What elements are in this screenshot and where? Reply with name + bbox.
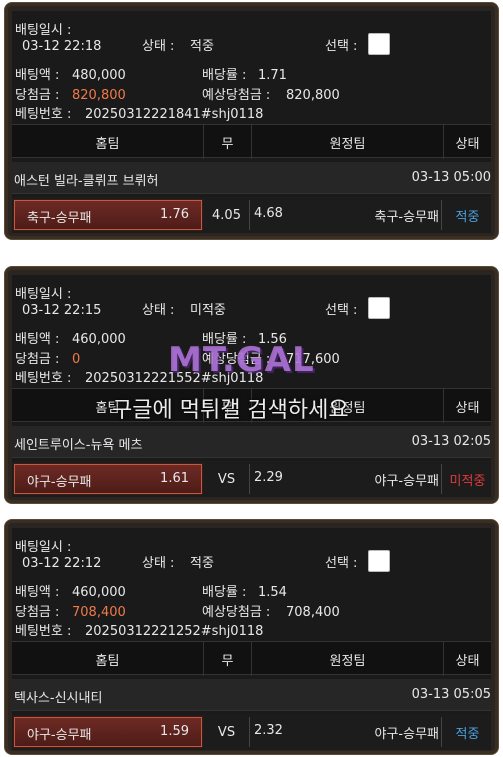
expected-win: 708,400 xyxy=(286,605,340,620)
draw-cell[interactable]: VS xyxy=(204,717,250,747)
odds-row: 야구-승무패 1.59 VS 2.32 야구-승무패 적중 xyxy=(12,714,491,750)
expected-win-label: 예상당첨금 : xyxy=(202,88,271,103)
col-status: 상태 xyxy=(455,400,480,416)
away-odd: 2.29 xyxy=(254,470,283,485)
bet-datetime: 03-12 22:12 xyxy=(22,556,102,571)
away-market: 야구-승무패 xyxy=(374,474,440,489)
away-odds-cell[interactable]: 2.29 야구-승무패 xyxy=(252,464,442,494)
bet-number: 20250312221252#shj0118 xyxy=(85,624,264,639)
select-checkbox[interactable] xyxy=(368,297,390,319)
bet-status: 미적중 xyxy=(190,303,226,318)
match-name: 텍사스-신시내티 xyxy=(14,691,103,706)
match-time: 03-13 05:00 xyxy=(411,170,491,185)
home-odd: 1.76 xyxy=(160,207,189,222)
bet-card-1: 배팅일시 : 03-12 22:18 상태 : 적중 선택 : 배팅액 : 48… xyxy=(4,2,499,240)
select-checkbox[interactable] xyxy=(368,33,390,55)
col-away: 원정팀 xyxy=(252,125,444,159)
win-amount: 820,800 xyxy=(72,88,126,103)
win-amount-label: 당첨금 : xyxy=(15,352,60,367)
select-label: 선택 : xyxy=(325,39,358,54)
home-odds-cell[interactable]: 축구-승무패 1.76 xyxy=(14,200,202,230)
expected-win-label: 예상당첨금 : xyxy=(202,605,271,620)
home-market: 축구-승무패 xyxy=(27,211,92,226)
away-odds-cell[interactable]: 2.32 야구-승무패 xyxy=(252,717,442,747)
bet-table-header: 홈팀 무 원정팀 상태 xyxy=(12,124,491,159)
odds-row: 야구-승무패 1.61 VS 2.29 야구-승무패 미적중 xyxy=(12,461,491,497)
draw-cell[interactable]: VS xyxy=(204,464,250,494)
bet-table-header: 홈팀 무 원정팀 상태 xyxy=(12,641,491,676)
odds-row: 축구-승무패 1.76 4.05 4.68 축구-승무패 적중 xyxy=(12,197,491,233)
col-home: 홈팀 xyxy=(12,125,204,159)
away-market: 야구-승무패 xyxy=(374,727,440,742)
bet-number-label: 베팅번호 : xyxy=(15,371,72,386)
win-amount-label: 당첨금 : xyxy=(15,605,60,620)
bet-amount: 460,000 xyxy=(72,585,126,600)
bet-datetime-label: 배팅일시 : xyxy=(15,23,72,38)
odds-total: 1.54 xyxy=(258,585,287,600)
win-amount: 0 xyxy=(72,352,81,367)
away-odds-cell[interactable]: 4.68 축구-승무패 xyxy=(252,200,442,230)
win-amount: 708,400 xyxy=(72,605,126,620)
status-label: 상태 : xyxy=(142,39,175,54)
bet-amount: 460,000 xyxy=(72,332,126,347)
expected-win: 820,800 xyxy=(286,88,340,103)
match-time: 03-13 02:05 xyxy=(411,434,491,449)
away-odd: 4.68 xyxy=(254,206,283,221)
watermark-text: 구글에 먹튀갤 검색하세요 xyxy=(112,398,349,423)
bet-number: 20250312221841#shj0118 xyxy=(85,107,264,122)
match-time: 03-13 05:05 xyxy=(411,687,491,702)
home-odd: 1.59 xyxy=(160,724,189,739)
col-draw: 무 xyxy=(204,642,252,676)
draw-cell[interactable]: 4.05 xyxy=(204,200,250,230)
bet-datetime: 03-12 22:15 xyxy=(22,303,102,318)
bet-number-label: 베팅번호 : xyxy=(15,107,72,122)
col-home: 홈팀 xyxy=(12,642,204,676)
home-odds-cell[interactable]: 야구-승무패 1.61 xyxy=(14,464,202,494)
select-checkbox[interactable] xyxy=(368,550,390,572)
match-row: 애스턴 빌라-클뤼프 브뤼허 03-13 05:00 xyxy=(12,162,491,194)
home-market: 야구-승무패 xyxy=(27,475,92,490)
away-odd: 2.32 xyxy=(254,723,283,738)
status-label: 상태 : xyxy=(142,556,175,571)
result-status: 적중 xyxy=(455,209,480,225)
bet-card-body: 배팅일시 : 03-12 22:12 상태 : 적중 선택 : 배팅액 : 46… xyxy=(12,528,491,750)
odds-label: 배당률 : xyxy=(202,585,247,600)
home-odd: 1.61 xyxy=(160,471,189,486)
col-draw: 무 xyxy=(204,125,252,159)
home-market: 야구-승무패 xyxy=(27,728,92,743)
match-name: 애스턴 빌라-클뤼프 브뤼허 xyxy=(14,174,159,189)
bet-amount: 480,000 xyxy=(72,68,126,83)
odds-total: 1.71 xyxy=(258,68,287,83)
bet-card-2: 배팅일시 : 03-12 22:15 상태 : 미적중 선택 : 배팅액 : 4… xyxy=(4,266,499,504)
col-away: 원정팀 xyxy=(252,642,444,676)
status-label: 상태 : xyxy=(142,303,175,318)
bet-amount-label: 배팅액 : xyxy=(15,585,60,600)
bet-status: 적중 xyxy=(190,556,214,571)
bet-card-body: 배팅일시 : 03-12 22:18 상태 : 적중 선택 : 배팅액 : 48… xyxy=(12,11,491,233)
col-status: 상태 xyxy=(455,653,480,669)
away-market: 축구-승무패 xyxy=(374,210,440,225)
select-label: 선택 : xyxy=(325,556,358,571)
col-status: 상태 xyxy=(455,136,480,152)
home-odds-cell[interactable]: 야구-승무패 1.59 xyxy=(14,717,202,747)
match-row: 세인트루이스-뉴욕 메츠 03-13 02:05 xyxy=(12,426,491,458)
win-amount-label: 당첨금 : xyxy=(15,88,60,103)
match-row: 텍사스-신시내티 03-13 05:05 xyxy=(12,679,491,711)
bet-datetime: 03-12 22:18 xyxy=(22,39,102,54)
match-name: 세인트루이스-뉴욕 메츠 xyxy=(14,438,143,453)
bet-card-3: 배팅일시 : 03-12 22:12 상태 : 적중 선택 : 배팅액 : 46… xyxy=(4,519,499,755)
result-status: 적중 xyxy=(455,726,480,742)
bet-amount-label: 배팅액 : xyxy=(15,68,60,83)
bet-datetime-label: 배팅일시 : xyxy=(15,287,72,302)
watermark-logo: MT.GAL xyxy=(168,340,315,380)
select-label: 선택 : xyxy=(325,303,358,318)
result-status: 미적중 xyxy=(449,473,486,489)
odds-label: 배당률 : xyxy=(202,68,247,83)
bet-card-body: 배팅일시 : 03-12 22:15 상태 : 미적중 선택 : 배팅액 : 4… xyxy=(12,275,491,497)
bet-status: 적중 xyxy=(190,39,214,54)
bet-amount-label: 배팅액 : xyxy=(15,332,60,347)
bet-datetime-label: 배팅일시 : xyxy=(15,540,72,555)
bet-number-label: 베팅번호 : xyxy=(15,624,72,639)
